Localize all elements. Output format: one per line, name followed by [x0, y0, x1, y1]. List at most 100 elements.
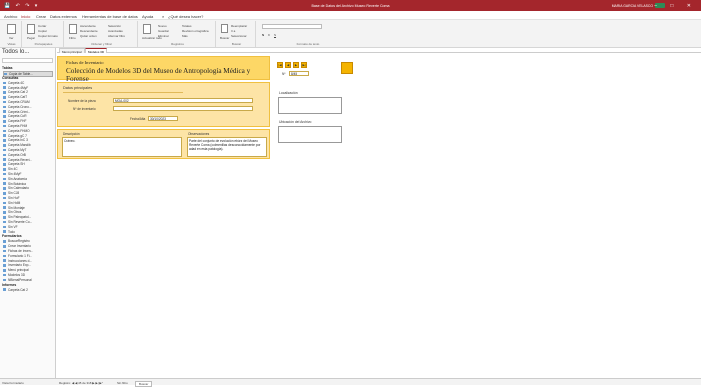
- search-icon[interactable]: ⌕: [162, 14, 164, 19]
- nav-item[interactable]: Carpeta Cat 2: [3, 288, 28, 292]
- nav-item[interactable]: Carpeta 4MyF: [3, 86, 28, 90]
- sort-desc-button[interactable]: Descendente: [80, 29, 98, 33]
- replace-button[interactable]: Reemplazar: [231, 24, 247, 28]
- ubicacion-field[interactable]: [278, 126, 342, 143]
- nav-item[interactable]: Sin VF: [3, 225, 18, 229]
- nav-item[interactable]: Sin Paleopatol...: [3, 215, 31, 219]
- find-button[interactable]: Buscar: [220, 36, 229, 40]
- goto-button[interactable]: Ir a: [231, 29, 235, 33]
- find-icon[interactable]: [221, 24, 228, 33]
- nav-item[interactable]: Carpeta FHM: [3, 124, 27, 128]
- delete-record-button[interactable]: Eliminar: [158, 34, 169, 38]
- advanced-button[interactable]: Avanzadas: [108, 29, 123, 33]
- menu-archivo[interactable]: Archivo: [4, 14, 17, 19]
- nav-item[interactable]: Inventario Exp...: [3, 263, 31, 267]
- remove-sort-button[interactable]: Quitar orden: [80, 34, 97, 38]
- new-record-button[interactable]: Nuevo: [158, 24, 167, 28]
- nav-item[interactable]: Carpeta Crono...: [3, 105, 32, 109]
- record-navigation[interactable]: Registro: ◀ ◀ 45 de 318 ▶ ▶| ▶*: [59, 381, 103, 385]
- view-button[interactable]: Ver: [9, 36, 14, 40]
- status-search-input[interactable]: Buscar: [135, 380, 153, 387]
- nav-item[interactable]: Sin 4MyF: [3, 172, 21, 176]
- nav-item[interactable]: Carpeta SH: [3, 162, 25, 166]
- prev-record-button[interactable]: ◀: [285, 62, 291, 68]
- nav-item[interactable]: Carpeta Mandib: [3, 143, 31, 147]
- nav-item[interactable]: Menú principal: [3, 268, 29, 272]
- nav-category[interactable]: Tablas: [2, 66, 13, 70]
- filter-button[interactable]: Filtro: [69, 36, 76, 40]
- user-name[interactable]: MARIA GARCIA VELASCO: [612, 4, 653, 8]
- spelling-button[interactable]: Revisión ortográfica: [182, 29, 209, 33]
- nav-item[interactable]: Carpeta FHMO: [3, 129, 30, 133]
- nav-category[interactable]: Formularios: [2, 234, 22, 238]
- totals-button[interactable]: Totales: [182, 24, 192, 28]
- nav-item[interactable]: Sin Otros: [3, 210, 21, 214]
- nav-item[interactable]: Sin Reverte Co...: [3, 220, 32, 224]
- more-button[interactable]: Más: [182, 34, 188, 38]
- nav-item[interactable]: Carpeta Reveri...: [3, 158, 32, 162]
- tab-modelos-3d[interactable]: Modelos 3D: [85, 48, 108, 54]
- view-icon[interactable]: [7, 24, 16, 34]
- action-button[interactable]: [341, 62, 353, 74]
- fecha-alta-field[interactable]: 30/10/2023: [148, 116, 178, 121]
- nav-item[interactable]: Carpeta CoR: [3, 114, 27, 118]
- format-painter-button[interactable]: Copiar formato: [38, 34, 58, 38]
- nav-search-input[interactable]: [2, 58, 53, 63]
- nombre-pieza-field[interactable]: MOA-002: [113, 98, 253, 103]
- selection-button[interactable]: Selección: [108, 24, 121, 28]
- observaciones-field[interactable]: Parte del conjunto de evolución ebúrz de…: [187, 137, 267, 157]
- copy-button[interactable]: Copiar: [38, 29, 47, 33]
- paste-icon[interactable]: [27, 24, 35, 34]
- nav-category[interactable]: Informes: [2, 283, 16, 287]
- descripcion-field[interactable]: Cráneo.: [62, 137, 182, 157]
- nav-item[interactable]: Crear Inventario: [3, 244, 31, 248]
- menu-herramientas[interactable]: Herramientas de base de datos: [82, 14, 138, 19]
- last-record-button[interactable]: ▶|: [301, 62, 307, 68]
- italic-button[interactable]: K: [268, 33, 270, 37]
- nav-category[interactable]: Consultas: [2, 76, 18, 80]
- nav-item[interactable]: Formulario 1 Fi...: [3, 254, 32, 258]
- num-inventario-field[interactable]: [113, 106, 253, 111]
- menu-ayuda[interactable]: Ayuda: [142, 14, 153, 19]
- nav-item[interactable]: Sin Calendario: [3, 186, 29, 190]
- tab-menu-principal[interactable]: Menú principal: [59, 48, 85, 54]
- nav-header[interactable]: Todos lo...: [2, 49, 29, 55]
- nav-item[interactable]: Carpeta OrB: [3, 153, 26, 157]
- nav-item[interactable]: Carpeta MyT: [3, 148, 26, 152]
- nav-item[interactable]: Carpeta Cat 2: [3, 90, 28, 94]
- window-controls[interactable]: – □ ✕: [654, 3, 697, 9]
- filter-status[interactable]: Sin filtro: [117, 381, 128, 385]
- nav-item[interactable]: BuscarRegistro: [3, 239, 30, 243]
- nav-item[interactable]: Sin Botánica: [3, 182, 26, 186]
- sort-asc-button[interactable]: Ascendente: [80, 24, 96, 28]
- tell-me-input[interactable]: ¿Qué desea hacer?: [168, 14, 203, 19]
- nav-item[interactable]: Sin Montaje: [3, 206, 25, 210]
- next-record-button[interactable]: ▶: [293, 62, 299, 68]
- filter-icon[interactable]: [69, 24, 77, 34]
- nav-item[interactable]: Carpeta FHF: [3, 119, 26, 123]
- select-button[interactable]: Seleccionar: [231, 34, 247, 38]
- nav-item[interactable]: Instrucciones d...: [3, 259, 32, 263]
- nav-item[interactable]: Carpeta Crimi...: [3, 110, 30, 114]
- bold-button[interactable]: N: [262, 33, 264, 37]
- font-name-select[interactable]: [262, 24, 322, 29]
- nav-item[interactable]: Fichas de Inven...: [3, 249, 33, 253]
- paste-button[interactable]: Pegar: [27, 36, 35, 40]
- nav-item[interactable]: NBienalPersonal: [3, 278, 32, 282]
- nav-item[interactable]: Modelos 3D: [3, 273, 25, 277]
- refresh-icon[interactable]: [143, 24, 151, 34]
- nav-item[interactable]: Carpeta InC 3: [3, 138, 28, 142]
- nav-item[interactable]: Sin HuF: [3, 196, 20, 200]
- nav-item[interactable]: Sin Anatomía: [3, 177, 27, 181]
- toggle-filter-button[interactable]: Alternar filtro: [108, 34, 125, 38]
- nav-item[interactable]: Sin HdM: [3, 201, 20, 205]
- nav-item[interactable]: Sin CJ8: [3, 191, 19, 195]
- first-record-button[interactable]: |◀: [277, 62, 283, 68]
- menu-crear[interactable]: Crear: [36, 14, 46, 19]
- localizacion-field[interactable]: [278, 97, 342, 114]
- nav-item[interactable]: Carpeta CRAM: [3, 100, 30, 104]
- menu-datos-externos[interactable]: Datos externos: [50, 14, 77, 19]
- nav-item[interactable]: Todo: [3, 230, 15, 234]
- nav-item[interactable]: Carpeta CatT: [3, 95, 27, 99]
- cut-button[interactable]: Cortar: [38, 24, 46, 28]
